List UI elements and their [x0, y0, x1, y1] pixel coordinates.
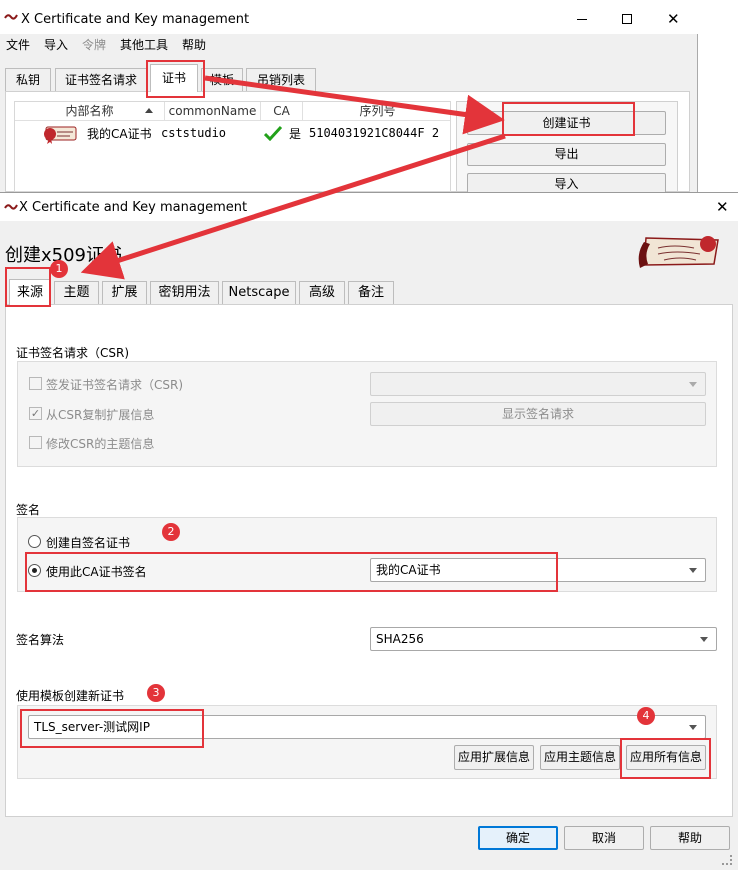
cell-name: 我的CA证书: [87, 127, 152, 141]
chevron-down-icon: [700, 637, 708, 642]
main-window: X Certificate and Key management ✕ 文件 导入…: [0, 0, 698, 196]
signing-section-label: 签名: [16, 503, 41, 517]
sign-csr-checkbox[interactable]: [29, 377, 42, 390]
maximize-icon[interactable]: [622, 14, 632, 24]
modify-subject-label: 修改CSR的主题信息: [46, 437, 155, 451]
tab-comment[interactable]: 备注: [348, 281, 394, 305]
column-header-commonname[interactable]: commonName: [165, 102, 261, 120]
tab-netscape[interactable]: Netscape: [222, 281, 296, 305]
use-ca-radio[interactable]: [28, 564, 41, 577]
tab-csr[interactable]: 证书签名请求: [55, 68, 147, 92]
cancel-button[interactable]: 取消: [564, 826, 644, 850]
algorithm-label: 签名算法: [16, 633, 65, 647]
tab-source[interactable]: 来源: [9, 279, 51, 305]
template-select[interactable]: TLS_server-测试网IP: [28, 715, 706, 739]
badge-3: 3: [147, 684, 165, 702]
ca-check-icon: [264, 125, 282, 141]
close-icon[interactable]: ✕: [667, 10, 680, 28]
sign-csr-label: 签发证书签名请求（CSR): [46, 378, 184, 392]
algorithm-select[interactable]: SHA256: [370, 627, 717, 651]
chevron-down-icon: [689, 382, 697, 387]
badge-2: 2: [162, 523, 180, 541]
show-request-button[interactable]: 显示签名请求: [370, 402, 706, 426]
create-x509-dialog: X Certificate and Key management ✕ 创建x50…: [0, 192, 738, 870]
badge-4: 4: [637, 707, 655, 725]
copy-extensions-checkbox[interactable]: ✓: [29, 407, 42, 420]
cell-ca: 是: [289, 127, 302, 141]
csr-select[interactable]: [370, 372, 706, 396]
cell-serial: 5104031921C8044F 2: [309, 126, 440, 140]
menu-token[interactable]: 令牌: [82, 36, 106, 53]
ca-certificate-select[interactable]: 我的CA证书: [370, 558, 706, 582]
tab-extensions[interactable]: 扩展: [102, 281, 147, 305]
tab-private-keys[interactable]: 私钥: [5, 68, 51, 92]
dialog-title: X Certificate and Key management: [19, 200, 248, 215]
dialog-title-bar: X Certificate and Key management ✕: [0, 193, 738, 221]
menu-tools[interactable]: 其他工具: [120, 36, 168, 53]
minimize-icon[interactable]: [577, 19, 587, 20]
tab-templates[interactable]: 模板: [201, 68, 243, 92]
self-signed-label: 创建自签名证书: [46, 536, 131, 550]
csr-section-label: 证书签名请求（CSR): [16, 346, 130, 360]
chevron-down-icon: [689, 725, 697, 730]
copy-extensions-label: 从CSR复制扩展信息: [46, 408, 155, 422]
table-row[interactable]: 我的CA证书 cststudio 是 5104031921C8044F 2: [15, 122, 450, 146]
xca-logo: [634, 234, 722, 272]
column-header-ca[interactable]: CA: [261, 102, 303, 120]
menu-help[interactable]: 帮助: [182, 36, 206, 53]
cell-commonname: cststudio: [161, 126, 227, 140]
column-header-name[interactable]: 内部名称: [15, 102, 165, 120]
tab-certificates[interactable]: 证书: [150, 64, 198, 92]
app-icon: [4, 202, 18, 212]
apply-all-button[interactable]: 应用所有信息: [626, 745, 706, 770]
menu-import[interactable]: 导入: [44, 36, 68, 53]
help-button[interactable]: 帮助: [650, 826, 730, 850]
badge-1: 1: [50, 260, 68, 278]
tab-subject[interactable]: 主题: [54, 281, 99, 305]
certificate-icon: [40, 124, 80, 144]
modify-subject-checkbox[interactable]: [29, 436, 42, 449]
main-title-bar: X Certificate and Key management ✕: [0, 0, 698, 34]
tab-advanced[interactable]: 高级: [299, 281, 345, 305]
use-ca-label: 使用此CA证书签名: [46, 565, 147, 579]
export-button[interactable]: 导出: [467, 143, 666, 166]
self-signed-radio[interactable]: [28, 535, 41, 548]
tab-crl[interactable]: 吊销列表: [246, 68, 316, 92]
sort-arrow-icon: [145, 108, 153, 113]
list-header: 内部名称 commonName CA 序列号: [15, 102, 450, 121]
menu-file[interactable]: 文件: [6, 36, 30, 53]
close-icon[interactable]: ✕: [716, 198, 729, 216]
app-icon: [4, 12, 18, 22]
chevron-down-icon: [689, 568, 697, 573]
column-header-serial[interactable]: 序列号: [303, 102, 450, 120]
main-window-title: X Certificate and Key management: [21, 12, 250, 27]
ok-button[interactable]: 确定: [478, 826, 558, 850]
main-menu-bar: 文件 导入 令牌 其他工具 帮助: [0, 36, 698, 56]
tab-key-usage[interactable]: 密钥用法: [150, 281, 219, 305]
apply-subject-button[interactable]: 应用主题信息: [540, 745, 620, 770]
certificate-list[interactable]: 内部名称 commonName CA 序列号 我的CA证书 cststudio …: [14, 101, 451, 192]
apply-extensions-button[interactable]: 应用扩展信息: [454, 745, 534, 770]
template-section-label: 使用模板创建新证书: [16, 689, 125, 703]
create-certificate-button[interactable]: 创建证书: [467, 111, 666, 135]
resize-grip[interactable]: [722, 855, 732, 865]
